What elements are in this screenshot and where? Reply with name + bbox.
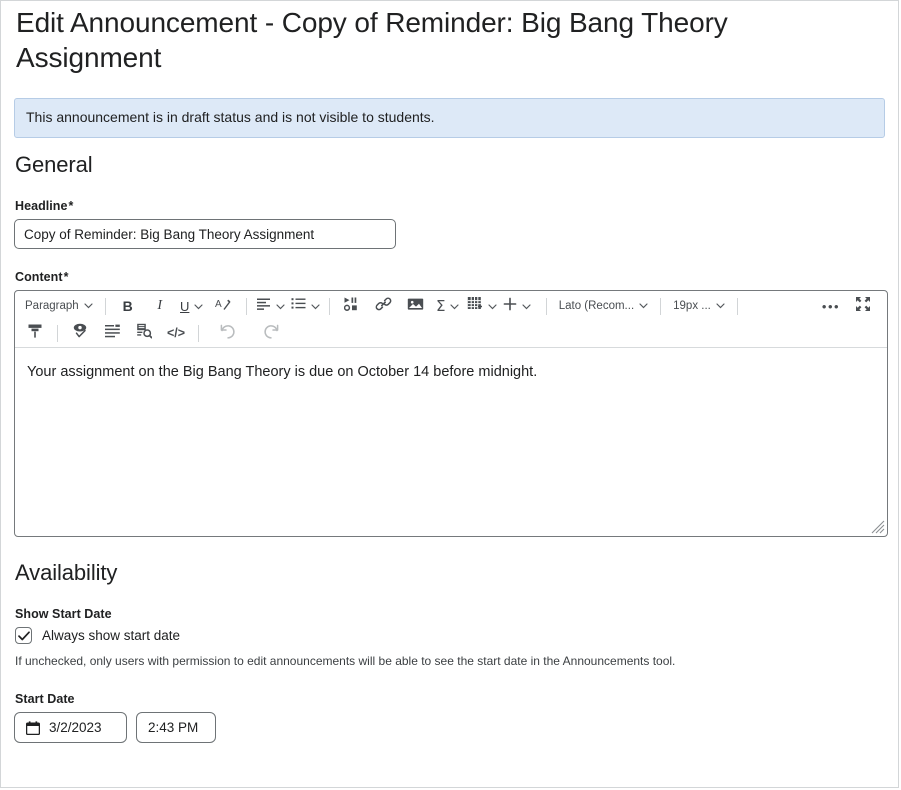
availability-section-heading: Availability: [15, 560, 118, 586]
accessibility-checker-button[interactable]: [64, 321, 96, 345]
code-view-icon: </>: [166, 326, 186, 341]
text-color-icon: A: [215, 296, 232, 317]
chevron-down-icon: [276, 297, 285, 315]
toolbar-divider: [198, 324, 199, 342]
start-date-value: 3/2/2023: [49, 720, 102, 736]
toolbar-divider: [104, 297, 106, 315]
image-icon: [407, 297, 424, 316]
paragraph-format-select[interactable]: Paragraph: [19, 294, 99, 318]
clear-formatting-button[interactable]: [19, 321, 51, 345]
start-time-input[interactable]: 2:43 PM: [136, 712, 216, 744]
content-label-text: Content: [15, 270, 63, 285]
headline-input[interactable]: [14, 219, 396, 250]
bold-icon: B: [122, 298, 133, 315]
word-count-button[interactable]: [96, 321, 128, 345]
show-start-date-label: Show Start Date: [15, 607, 112, 622]
list-button[interactable]: [288, 294, 323, 318]
word-count-icon: [104, 324, 121, 343]
bullet-list-icon: [291, 297, 306, 315]
preview-find-icon: [136, 323, 153, 344]
start-date-help-text: If unchecked, only users with permission…: [15, 654, 676, 669]
general-section-heading: General: [15, 152, 93, 178]
accessibility-check-icon: [72, 323, 89, 344]
redo-button[interactable]: [255, 321, 287, 345]
sigma-icon: Σ: [435, 296, 446, 315]
svg-text:A: A: [215, 299, 222, 310]
paragraph-format-label: Paragraph: [25, 300, 79, 313]
toolbar-divider: [57, 324, 58, 342]
italic-button[interactable]: I: [144, 294, 176, 318]
calendar-icon: [26, 721, 40, 735]
page-title: Edit Announcement - Copy of Reminder: Bi…: [16, 7, 728, 73]
content-required-mark: *: [63, 270, 69, 285]
bold-button[interactable]: B: [112, 294, 144, 318]
start-date-label: Start Date: [15, 692, 75, 707]
draft-status-banner: This announcement is in draft status and…: [14, 98, 885, 139]
toolbar-divider: [660, 297, 662, 315]
underline-icon: U: [180, 298, 190, 314]
undo-icon: [219, 323, 236, 344]
toolbar-divider: [245, 297, 247, 315]
chevron-down-icon: [311, 297, 320, 315]
fullscreen-button[interactable]: [847, 294, 879, 318]
chevron-down-icon: [639, 300, 648, 312]
insert-link-button[interactable]: [368, 294, 400, 318]
editor-toolbar-row-2: </>: [15, 320, 887, 349]
font-size-label: 19px ...: [673, 300, 711, 313]
edit-announcement-page: Edit Announcement - Copy of Reminder: Bi…: [0, 0, 899, 788]
table-icon: [467, 296, 483, 316]
content-rich-text-editor: Paragraph B I U A Σ Lato (Recom... 19px …: [14, 290, 888, 538]
content-field-label: Content*: [15, 270, 885, 284]
chevron-down-icon: [522, 297, 531, 315]
align-button[interactable]: [253, 294, 288, 318]
media-icon: [344, 297, 359, 316]
fullscreen-icon: [855, 296, 871, 317]
editor-toolbar-row-1: Paragraph B I U A Σ Lato (Recom... 19px …: [15, 292, 887, 320]
font-family-label: Lato (Recom...: [558, 300, 635, 313]
text-color-button[interactable]: A: [208, 294, 240, 318]
start-time-value: 2:43 PM: [148, 720, 199, 736]
chevron-down-icon: [84, 300, 93, 312]
editor-resize-handle[interactable]: [871, 520, 885, 534]
italic-icon: I: [157, 298, 163, 314]
chevron-down-icon: [716, 300, 725, 312]
underline-button[interactable]: U: [176, 294, 208, 318]
plus-icon: [503, 297, 517, 316]
always-show-start-date-label: Always show start date: [42, 628, 181, 644]
start-date-input[interactable]: 3/2/2023: [14, 712, 127, 744]
chevron-down-icon: [450, 297, 460, 315]
font-family-select[interactable]: Lato (Recom...: [553, 294, 654, 318]
draft-status-text: This announcement is in draft status and…: [26, 109, 435, 126]
font-size-select[interactable]: 19px ...: [667, 294, 731, 318]
format-painter-icon: [27, 323, 43, 344]
preview-button[interactable]: [128, 321, 160, 345]
editor-body-text: Your assignment on the Big Bang Theory i…: [27, 364, 538, 381]
source-code-button[interactable]: </>: [160, 321, 192, 345]
insert-table-button[interactable]: [464, 294, 500, 318]
headline-label-text: Headline: [15, 199, 68, 214]
start-date-row: 3/2/2023 2:43 PM: [14, 712, 885, 744]
insert-equation-button[interactable]: Σ: [432, 294, 464, 318]
toolbar-divider: [328, 297, 330, 315]
always-show-start-date-row[interactable]: Always show start date: [15, 627, 885, 645]
toolbar-divider: [736, 297, 738, 315]
toolbar-overflow-button[interactable]: •••: [815, 294, 847, 318]
link-icon: [375, 297, 392, 316]
headline-field-label: Headline*: [15, 199, 885, 213]
align-left-icon: [256, 297, 271, 315]
always-show-start-date-checkbox[interactable]: [15, 627, 32, 645]
redo-icon: [263, 323, 280, 344]
headline-required-mark: *: [68, 199, 74, 214]
undo-button[interactable]: [211, 321, 243, 345]
check-icon: [17, 631, 30, 641]
chevron-down-icon: [488, 297, 497, 315]
toolbar-divider: [545, 297, 547, 315]
insert-more-button[interactable]: [500, 294, 534, 318]
insert-media-button[interactable]: [336, 294, 368, 318]
editor-content-area[interactable]: Your assignment on the Big Bang Theory i…: [15, 348, 887, 536]
insert-image-button[interactable]: [400, 294, 432, 318]
chevron-down-icon: [194, 297, 204, 315]
ellipsis-icon: •••: [821, 298, 841, 314]
